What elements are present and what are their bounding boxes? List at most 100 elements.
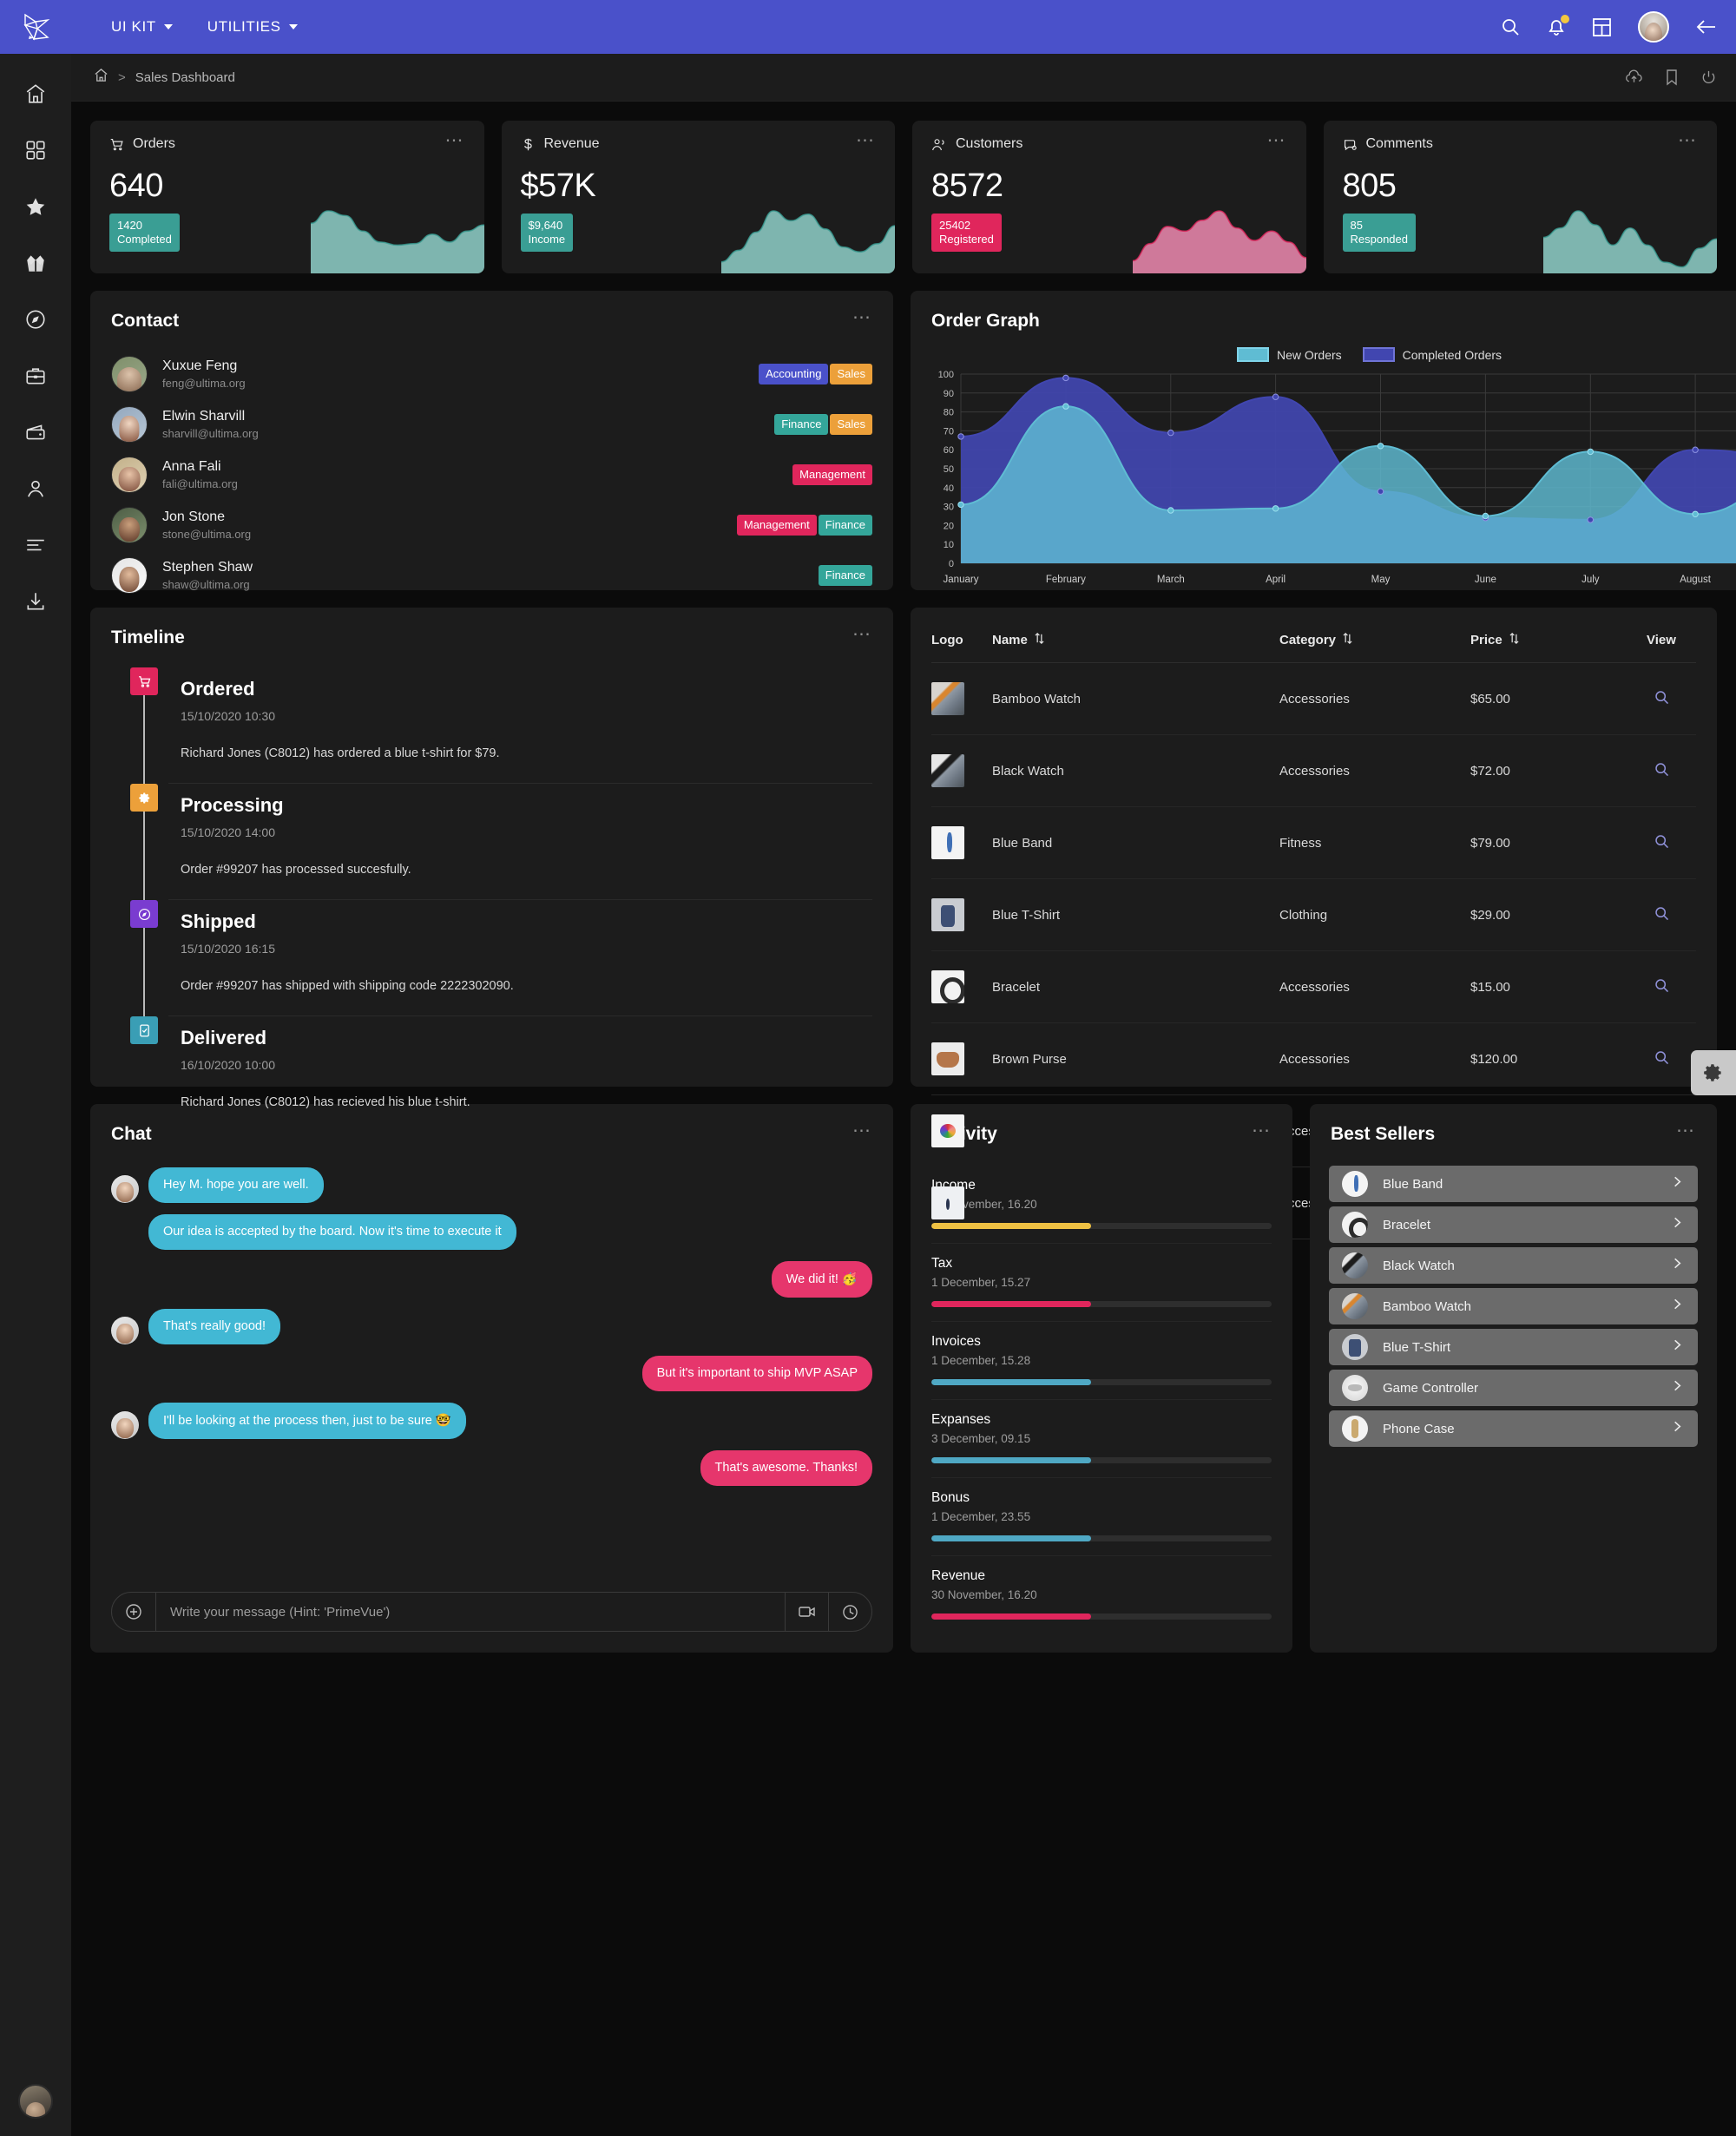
product-view-cell [1627,806,1696,879]
table-row[interactable]: Black Watch Accessories $72.00 [931,734,1696,807]
plus-circle-icon[interactable] [112,1593,155,1631]
search-icon[interactable] [1500,16,1521,37]
sidebar-item-list[interactable] [12,528,59,562]
table-column-price[interactable]: Price [1470,608,1627,663]
more-options-icon[interactable]: ⋯ [445,131,465,152]
contact-tag[interactable]: Sales [830,364,872,384]
activity-item: Expanses 3 December, 09.15 [931,1400,1272,1478]
best-seller-item[interactable]: Black Watch [1329,1247,1698,1284]
sparkline-chart [1132,210,1306,273]
table-row[interactable]: Brown Purse Accessories $120.00 [931,1022,1696,1095]
svg-text:February: February [1046,575,1086,585]
best-seller-item[interactable]: Bamboo Watch [1329,1288,1698,1324]
best-seller-item[interactable]: Blue Band [1329,1166,1698,1202]
list-item[interactable]: Jon Stone stone@ultima.org Management Fin… [111,500,872,550]
table-column-category[interactable]: Category [1279,608,1470,663]
search-icon[interactable] [1654,762,1670,781]
search-icon[interactable] [1654,834,1670,853]
chat-input[interactable] [155,1593,785,1631]
search-icon[interactable] [1654,906,1670,925]
more-options-icon[interactable]: ⋯ [852,625,872,646]
legend-swatch [1236,347,1269,362]
stat-value: 640 [109,168,163,204]
search-icon[interactable] [1654,690,1670,709]
account-avatar[interactable] [18,2084,53,2119]
more-options-icon[interactable]: ⋯ [856,131,876,152]
chevron-right-icon[interactable] [1670,1256,1685,1275]
sidebar-item-home[interactable] [12,76,59,111]
sidebar-item-favorites[interactable] [12,189,59,224]
sort-icon[interactable] [1509,632,1520,648]
contact-tag[interactable]: Finance [818,565,872,586]
cloud-upload-icon[interactable] [1625,69,1643,85]
contact-tag[interactable]: Accounting [759,364,829,384]
list-item[interactable]: Stephen Shaw shaw@ultima.org Finance [111,550,872,601]
timeline-body: Processing 15/10/2020 14:00 Order #99207… [168,784,872,900]
table-row[interactable]: Blue Band Fitness $79.00 [931,806,1696,879]
more-options-icon[interactable]: ⋯ [852,308,872,329]
sidebar-item-dashboard[interactable] [12,133,59,168]
legend-item[interactable]: New Orders [1236,347,1342,362]
best-seller-item[interactable]: Blue T-Shirt [1329,1329,1698,1365]
contact-tag[interactable]: Finance [774,414,829,435]
table-column-name[interactable]: Name [992,608,1279,663]
more-options-icon[interactable]: ⋯ [1676,1121,1696,1142]
menu-ui-kit[interactable]: UI KIT [94,0,190,54]
table-row[interactable]: Bamboo Watch Accessories $65.00 [931,662,1696,735]
product-price-cell: $29.00 [1470,878,1627,951]
video-icon[interactable] [785,1593,828,1631]
sidebar-item-explore[interactable] [12,302,59,337]
contact-tag[interactable]: Management [736,515,817,536]
contact-tags: Management [792,464,872,485]
list-item[interactable]: Anna Fali fali@ultima.org Management [111,450,872,500]
search-icon[interactable] [1654,1050,1670,1069]
timeline-header: Timeline ⋯ [90,608,893,648]
chevron-right-icon[interactable] [1670,1174,1685,1193]
theme-settings-button[interactable] [1691,1050,1736,1095]
contact-tag[interactable]: Management [792,464,872,485]
contact-tag[interactable]: Finance [818,515,872,536]
more-options-icon[interactable]: ⋯ [1678,131,1698,152]
sidebar-item-downloads[interactable] [12,584,59,619]
avatar[interactable] [1638,11,1669,43]
menu-utilities[interactable]: UTILITIES [190,0,315,54]
chevron-right-icon[interactable] [1670,1297,1685,1316]
sparkline-chart [1543,210,1717,273]
best-seller-item[interactable]: Bracelet [1329,1206,1698,1243]
sidebar-item-wallet[interactable] [12,415,59,450]
sidebar-item-profile[interactable] [12,471,59,506]
app-logo[interactable] [0,0,71,54]
more-options-icon[interactable]: ⋯ [1252,1121,1272,1142]
chevron-right-icon[interactable] [1670,1337,1685,1357]
sidebar-item-work[interactable] [12,358,59,393]
legend-item[interactable]: Completed Orders [1362,347,1502,362]
contact-tag[interactable]: Sales [830,414,872,435]
chevron-right-icon[interactable] [1670,1378,1685,1397]
chevron-right-icon[interactable] [1670,1419,1685,1438]
back-arrow-icon[interactable] [1695,17,1717,36]
best-seller-item[interactable]: Game Controller [1329,1370,1698,1406]
clock-icon[interactable] [828,1593,871,1631]
list-item[interactable]: Elwin Sharvill sharvill@ultima.org Finan… [111,399,872,450]
power-icon[interactable] [1700,69,1717,86]
products-table-card: Logo Name Category Price View Bamboo Wat… [911,608,1717,1290]
list-item[interactable]: Xuxue Feng feng@ultima.org Accounting Sal… [111,349,872,399]
table-row[interactable]: Bracelet Accessories $15.00 [931,950,1696,1023]
best-seller-name: Bracelet [1383,1217,1431,1232]
stats-row: Orders ⋯ 640 1420 Completed Revenue ⋯ $5… [90,121,1717,273]
sort-icon[interactable] [1342,632,1353,648]
sidebar-item-gifts[interactable] [12,246,59,280]
search-icon[interactable] [1654,978,1670,997]
product-thumbnail [1342,1212,1368,1238]
sort-icon[interactable] [1034,632,1045,648]
more-options-icon[interactable]: ⋯ [1267,131,1287,152]
grid-icon[interactable] [1592,17,1612,37]
svg-text:June: June [1475,575,1496,585]
table-row[interactable]: Blue T-Shirt Clothing $29.00 [931,878,1696,951]
bookmark-icon[interactable] [1665,69,1679,86]
bell-icon[interactable] [1547,15,1569,37]
product-thumbnail [1342,1293,1368,1319]
home-icon[interactable] [94,68,108,87]
best-seller-item[interactable]: Phone Case [1329,1410,1698,1447]
chevron-right-icon[interactable] [1670,1215,1685,1234]
